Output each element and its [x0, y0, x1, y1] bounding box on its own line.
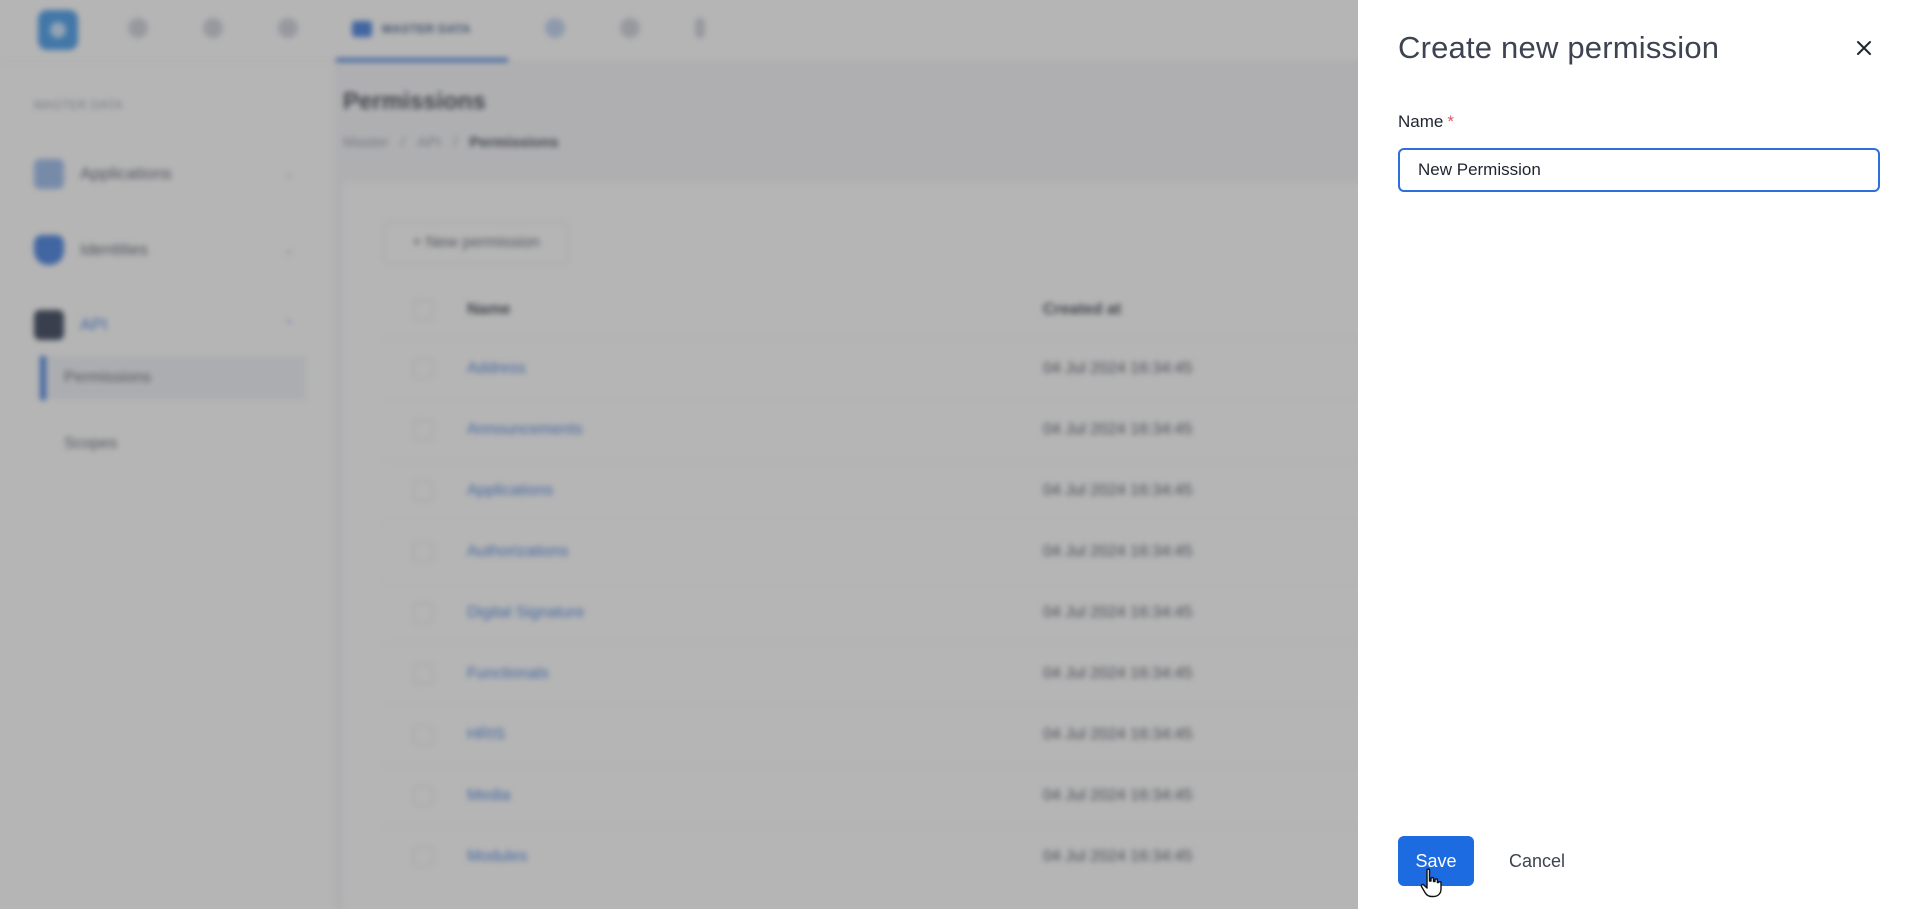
name-field[interactable] — [1398, 148, 1880, 192]
create-permission-drawer: Create new permission Name* Save Cancel — [1358, 0, 1917, 909]
name-label-text: Name — [1398, 112, 1444, 131]
name-field-label: Name * — [1398, 112, 1454, 132]
close-button[interactable] — [1850, 34, 1878, 62]
close-icon — [1857, 41, 1871, 55]
hand-pointer-cursor-icon — [1420, 868, 1442, 898]
modal-backdrop[interactable] — [0, 0, 1358, 909]
required-marker: * — [1447, 112, 1454, 131]
cancel-button[interactable]: Cancel — [1494, 836, 1580, 886]
drawer-title: Create new permission — [1398, 30, 1720, 65]
